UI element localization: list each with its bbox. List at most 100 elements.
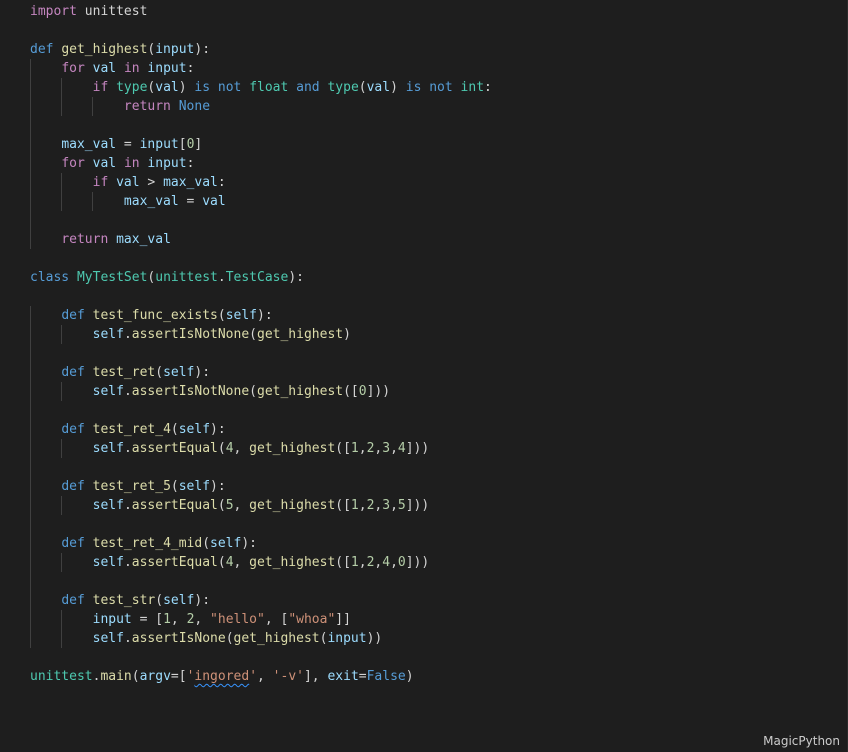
code-line[interactable]: return None — [30, 97, 492, 116]
code-token: test_ret_4_mid — [92, 536, 203, 551]
code-line[interactable]: unittest.main(argv=['ingored', '-v'], ex… — [30, 667, 492, 686]
indent-guide — [30, 192, 31, 211]
code-token: , — [233, 555, 250, 570]
code-token: : — [186, 61, 195, 76]
code-line[interactable]: if type(val) is not float and type(val) … — [30, 78, 492, 97]
language-mode-label[interactable]: MagicPython — [763, 734, 840, 748]
code-line[interactable]: self.assertIsNone(get_highest(input)) — [30, 629, 492, 648]
code-token: is not — [405, 80, 453, 95]
code-area[interactable]: import unittest def get_highest(input): … — [30, 2, 492, 686]
code-line[interactable] — [30, 515, 492, 534]
code-line[interactable]: class MyTestSet(unittest.TestCase): — [30, 268, 492, 287]
code-token: ( — [217, 441, 226, 456]
code-line[interactable]: if val > max_val: — [30, 173, 492, 192]
code-token: ( — [155, 365, 164, 380]
code-line[interactable]: for val in input: — [30, 154, 492, 173]
code-token: , — [257, 669, 273, 684]
code-token: ( — [202, 536, 211, 551]
indent-guide — [30, 230, 31, 249]
code-line[interactable]: import unittest — [30, 2, 492, 21]
code-line[interactable]: self.assertEqual(4, get_highest([1,2,4,0… — [30, 553, 492, 572]
code-token: TestCase — [225, 270, 289, 285]
code-token: type — [327, 80, 359, 95]
code-line[interactable]: self.assertEqual(4, get_highest([1,2,3,4… — [30, 439, 492, 458]
code-line[interactable] — [30, 458, 492, 477]
code-line[interactable]: def test_func_exists(self): — [30, 306, 492, 325]
code-line[interactable]: self.assertIsNotNone(get_highest) — [30, 325, 492, 344]
indent-guide — [30, 382, 31, 401]
code-line[interactable]: max_val = input[0] — [30, 135, 492, 154]
indent-guide — [92, 192, 94, 211]
code-token: input — [155, 42, 195, 57]
indent-guide — [30, 211, 31, 230]
indent-guide — [61, 629, 63, 648]
code-token: assertIsNone — [131, 631, 226, 646]
code-token: assertEqual — [131, 498, 218, 513]
code-token: , — [233, 498, 250, 513]
code-line[interactable] — [30, 21, 492, 40]
code-line[interactable]: for val in input: — [30, 59, 492, 78]
code-line[interactable] — [30, 401, 492, 420]
code-token: , — [358, 441, 367, 456]
code-token: val — [202, 194, 226, 209]
code-line[interactable]: def test_ret(self): — [30, 363, 492, 382]
code-line[interactable]: def test_ret_5(self): — [30, 477, 492, 496]
code-token: 3 — [382, 498, 391, 513]
code-line[interactable]: def test_ret_4(self): — [30, 420, 492, 439]
code-token: val — [116, 175, 140, 190]
indent-guide — [30, 572, 31, 591]
code-token: ( — [217, 498, 226, 513]
code-line[interactable] — [30, 249, 492, 268]
indent-guide — [30, 496, 31, 515]
code-token: assertIsNotNone — [131, 327, 250, 342]
indent-guide — [61, 610, 63, 629]
code-line[interactable]: self.assertEqual(5, get_highest([1,2,3,5… — [30, 496, 492, 515]
spelling-warning-token: ingored — [194, 669, 250, 684]
code-token: main — [100, 669, 132, 684]
code-token: ): — [210, 422, 226, 437]
code-line[interactable]: self.assertIsNotNone(get_highest([0])) — [30, 382, 492, 401]
code-token: self — [92, 441, 124, 456]
code-token: get_highest — [61, 42, 148, 57]
code-token: self — [178, 422, 211, 437]
code-token: 5 — [225, 498, 234, 513]
code-editor[interactable]: import unittest def get_highest(input): … — [0, 0, 848, 752]
code-line[interactable] — [30, 287, 492, 306]
indent-guide — [61, 496, 63, 515]
code-token: ])) — [366, 384, 391, 399]
code-line[interactable]: def test_str(self): — [30, 591, 492, 610]
code-token: ): — [194, 42, 211, 57]
indent-guide — [30, 401, 31, 420]
code-line[interactable] — [30, 344, 492, 363]
code-line[interactable] — [30, 116, 492, 135]
code-line[interactable]: def get_highest(input): — [30, 40, 492, 59]
code-token: unittest — [30, 669, 93, 684]
indent-guide — [30, 325, 31, 344]
code-token: test_func_exists — [92, 308, 218, 323]
code-token: get_highest — [249, 555, 336, 570]
indent-guide — [61, 192, 63, 211]
code-line[interactable]: input = [1, 2, "hello", ["whoa"]] — [30, 610, 492, 629]
code-token: , — [358, 555, 367, 570]
indent-guide — [30, 306, 31, 325]
code-token: 5 — [397, 498, 406, 513]
code-token: 1 — [163, 612, 171, 627]
code-line[interactable] — [30, 211, 492, 230]
indent-guide — [30, 173, 31, 192]
code-token: , — [233, 441, 250, 456]
code-token: is not — [194, 80, 242, 95]
code-line[interactable]: max_val = val — [30, 192, 492, 211]
code-line[interactable] — [30, 572, 492, 591]
code-line[interactable]: return max_val — [30, 230, 492, 249]
code-token: val — [92, 156, 117, 171]
code-token: ): — [288, 270, 304, 285]
code-token: max_val — [163, 175, 218, 190]
code-line[interactable] — [30, 648, 492, 667]
code-line[interactable]: def test_ret_4_mid(self): — [30, 534, 492, 553]
code-token: val — [92, 61, 117, 76]
code-token: input — [139, 137, 179, 152]
